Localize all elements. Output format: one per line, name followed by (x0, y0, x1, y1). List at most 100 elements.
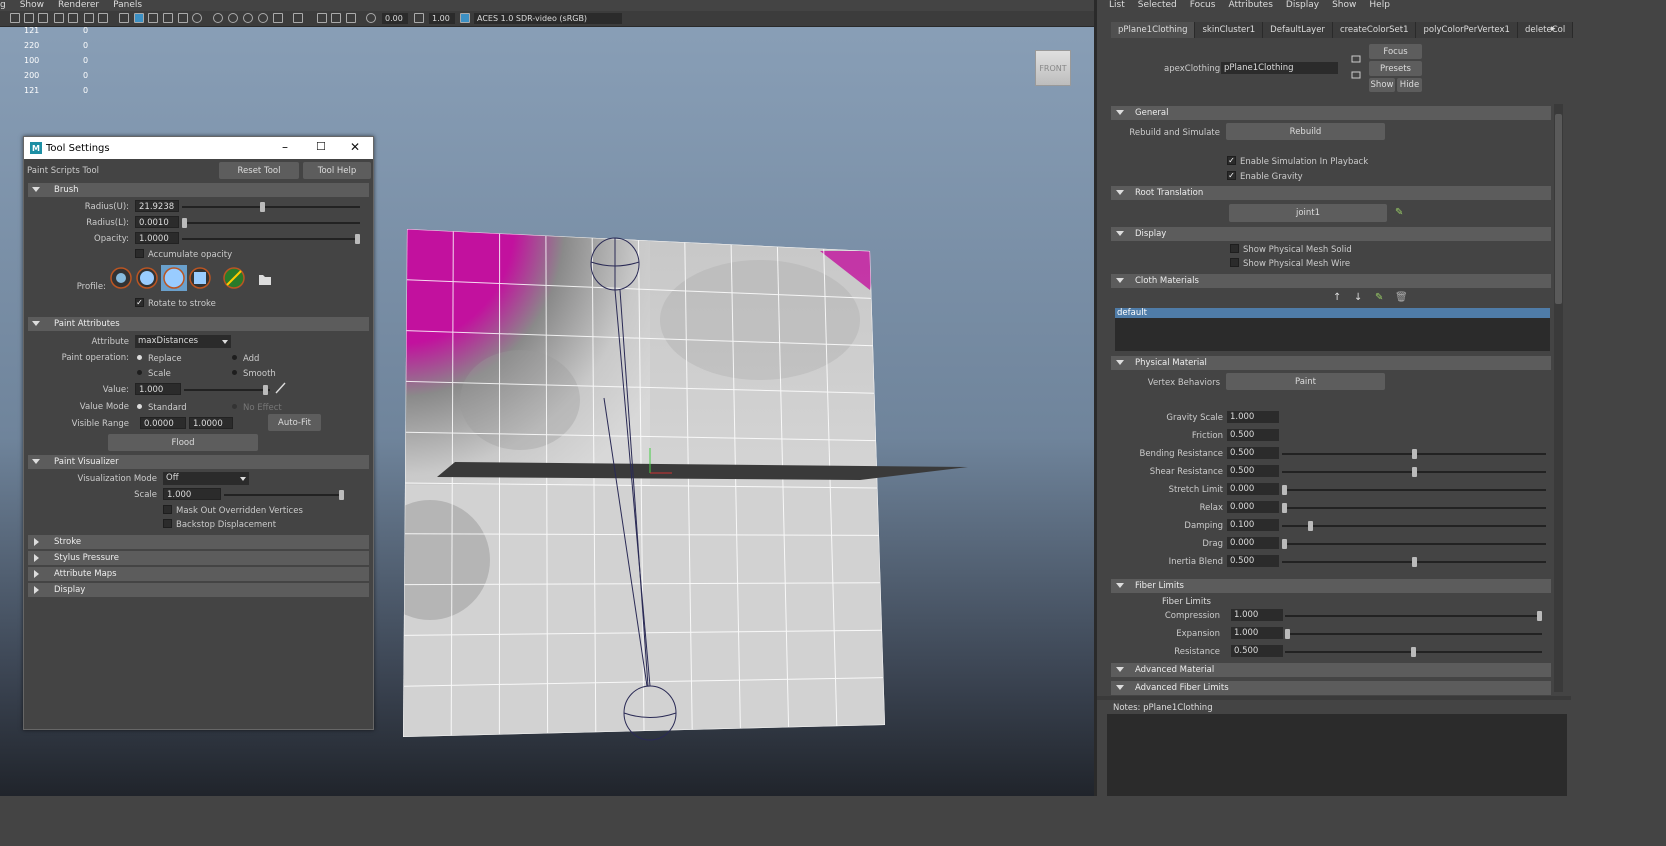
scrollbar-thumb[interactable] (1555, 114, 1562, 304)
param-field[interactable]: 0.000 (1227, 483, 1279, 495)
move-down-icon[interactable]: ↓ (1354, 292, 1362, 303)
material-list-item[interactable]: default (1115, 308, 1550, 318)
delete-material-icon[interactable]: 🗑 (1395, 292, 1408, 303)
param-field[interactable]: 0.500 (1227, 429, 1279, 441)
enable-sim-checkbox[interactable]: ✓ (1227, 156, 1236, 165)
section-paint-visualizer[interactable]: Paint Visualizer (28, 455, 369, 469)
maximize-icon[interactable]: ☐ (316, 140, 326, 153)
fiber-param-slider[interactable] (1285, 611, 1542, 621)
opacity-slider[interactable] (182, 234, 360, 244)
reset-tool-button[interactable]: Reset Tool (219, 162, 299, 179)
section-cloth-materials[interactable]: Cloth Materials (1111, 274, 1551, 288)
slider-handle[interactable] (339, 490, 344, 500)
param-field[interactable]: 0.500 (1227, 465, 1279, 477)
range-max-field[interactable]: 1.0000 (189, 417, 233, 429)
attribute-scrollbar[interactable] (1554, 104, 1563, 692)
radius-l-slider[interactable] (182, 218, 360, 228)
tool-help-button[interactable]: Tool Help (303, 162, 371, 179)
param-slider[interactable] (1282, 449, 1546, 459)
output-connection-icon[interactable] (1351, 71, 1361, 79)
slider-handle[interactable] (1282, 539, 1287, 549)
focus-button[interactable]: Focus (1369, 44, 1422, 59)
fiber-param-slider[interactable] (1285, 647, 1542, 657)
param-field[interactable]: 0.500 (1227, 447, 1279, 459)
pick-tool-icon[interactable]: ✎ (1395, 207, 1403, 218)
slider-handle[interactable] (263, 385, 269, 395)
param-field[interactable]: 1.000 (1227, 411, 1279, 423)
param-slider[interactable] (1282, 557, 1546, 567)
rotate-to-stroke-checkbox[interactable]: ✓ (135, 298, 144, 307)
collision-plane[interactable] (437, 462, 968, 480)
menu-selected[interactable]: Selected (1138, 0, 1177, 12)
scale-field[interactable]: 1.000 (163, 488, 221, 500)
param-field[interactable]: 0.000 (1227, 537, 1279, 549)
tab-createcolorset1[interactable]: createColorSet1 (1332, 22, 1417, 38)
section-stylus-pressure[interactable]: Stylus Pressure (28, 551, 369, 565)
slider-handle[interactable] (1411, 467, 1417, 477)
range-min-field[interactable]: 0.0000 (140, 417, 186, 429)
presets-button[interactable]: Presets (1369, 61, 1422, 76)
joint-button[interactable]: joint1 (1229, 204, 1387, 222)
tab-scroll-arrow-icon[interactable]: ▸ (1551, 24, 1556, 34)
slider-handle[interactable] (1537, 611, 1542, 621)
section-display[interactable]: Display (28, 583, 369, 597)
fiber-param-field[interactable]: 1.000 (1231, 609, 1283, 621)
add-radio[interactable] (232, 355, 237, 360)
slider-handle[interactable] (182, 218, 187, 228)
smooth-radio[interactable] (232, 370, 237, 375)
close-icon[interactable]: ✕ (350, 140, 360, 154)
fiber-param-field[interactable]: 1.000 (1231, 627, 1283, 639)
auto-fit-button[interactable]: Auto-Fit (268, 414, 321, 431)
section-physical-material[interactable]: Physical Material (1111, 356, 1551, 370)
slider-handle[interactable] (1411, 647, 1416, 657)
section-advanced-fiber-limits[interactable]: Advanced Fiber Limits (1111, 681, 1551, 695)
tab-defaultlayer[interactable]: DefaultLayer (1263, 22, 1333, 38)
section-attribute-maps[interactable]: Attribute Maps (28, 567, 369, 581)
notes-textarea[interactable] (1107, 714, 1567, 796)
slider-handle[interactable] (259, 202, 265, 212)
folder-icon[interactable] (259, 275, 271, 285)
tab-pplane1clothing[interactable]: pPlane1Clothing (1111, 22, 1196, 38)
menu-focus[interactable]: Focus (1190, 0, 1216, 12)
value-field[interactable]: 1.000 (135, 383, 181, 395)
param-field[interactable]: 0.000 (1227, 501, 1279, 513)
fiber-param-slider[interactable] (1285, 629, 1542, 639)
profile-image-icon[interactable] (223, 267, 245, 289)
eyedropper-icon[interactable] (275, 381, 287, 395)
visualization-mode-dropdown[interactable]: Off (163, 472, 249, 485)
backstop-displacement-checkbox[interactable] (163, 519, 172, 528)
profile-square-icon[interactable] (189, 267, 211, 289)
replace-radio[interactable] (137, 355, 142, 360)
section-stroke[interactable]: Stroke (28, 535, 369, 549)
enable-gravity-checkbox[interactable]: ✓ (1227, 171, 1236, 180)
slider-handle[interactable] (1282, 503, 1287, 513)
menu-help[interactable]: Help (1369, 0, 1390, 12)
slider-handle[interactable] (355, 234, 360, 244)
value-slider[interactable] (184, 385, 270, 395)
paint-button[interactable]: Paint (1226, 373, 1385, 390)
slider-handle[interactable] (1411, 449, 1417, 459)
tab-polycolorpervertex1[interactable]: polyColorPerVertex1 (1416, 22, 1518, 38)
profile-solid-icon[interactable] (163, 267, 185, 289)
cloth-mesh[interactable] (370, 225, 890, 737)
section-display[interactable]: Display (1111, 227, 1551, 241)
hide-button[interactable]: Hide (1397, 78, 1422, 92)
flood-button[interactable]: Flood (108, 434, 258, 451)
slider-handle[interactable] (1307, 521, 1313, 531)
standard-radio[interactable] (137, 404, 142, 409)
radius-u-slider[interactable] (182, 202, 360, 212)
node-name-field[interactable]: pPlane1Clothing (1221, 62, 1338, 74)
tab-deletecol[interactable]: deleteCol (1517, 22, 1574, 38)
opacity-field[interactable]: 1.0000 (135, 232, 179, 244)
param-field[interactable]: 0.500 (1227, 555, 1279, 567)
radius-u-field[interactable]: 21.9238 (135, 200, 179, 212)
tab-skincluster1[interactable]: skinCluster1 (1195, 22, 1264, 38)
mesh-wire-checkbox[interactable] (1230, 258, 1239, 267)
profile-soft-icon[interactable] (136, 267, 158, 289)
param-slider[interactable] (1282, 485, 1546, 495)
material-list[interactable]: default (1115, 308, 1550, 351)
profile-gaussian-icon[interactable] (110, 267, 132, 289)
section-advanced-material[interactable]: Advanced Material (1111, 663, 1551, 677)
section-root-translation[interactable]: Root Translation (1111, 186, 1551, 200)
param-field[interactable]: 0.100 (1227, 519, 1279, 531)
